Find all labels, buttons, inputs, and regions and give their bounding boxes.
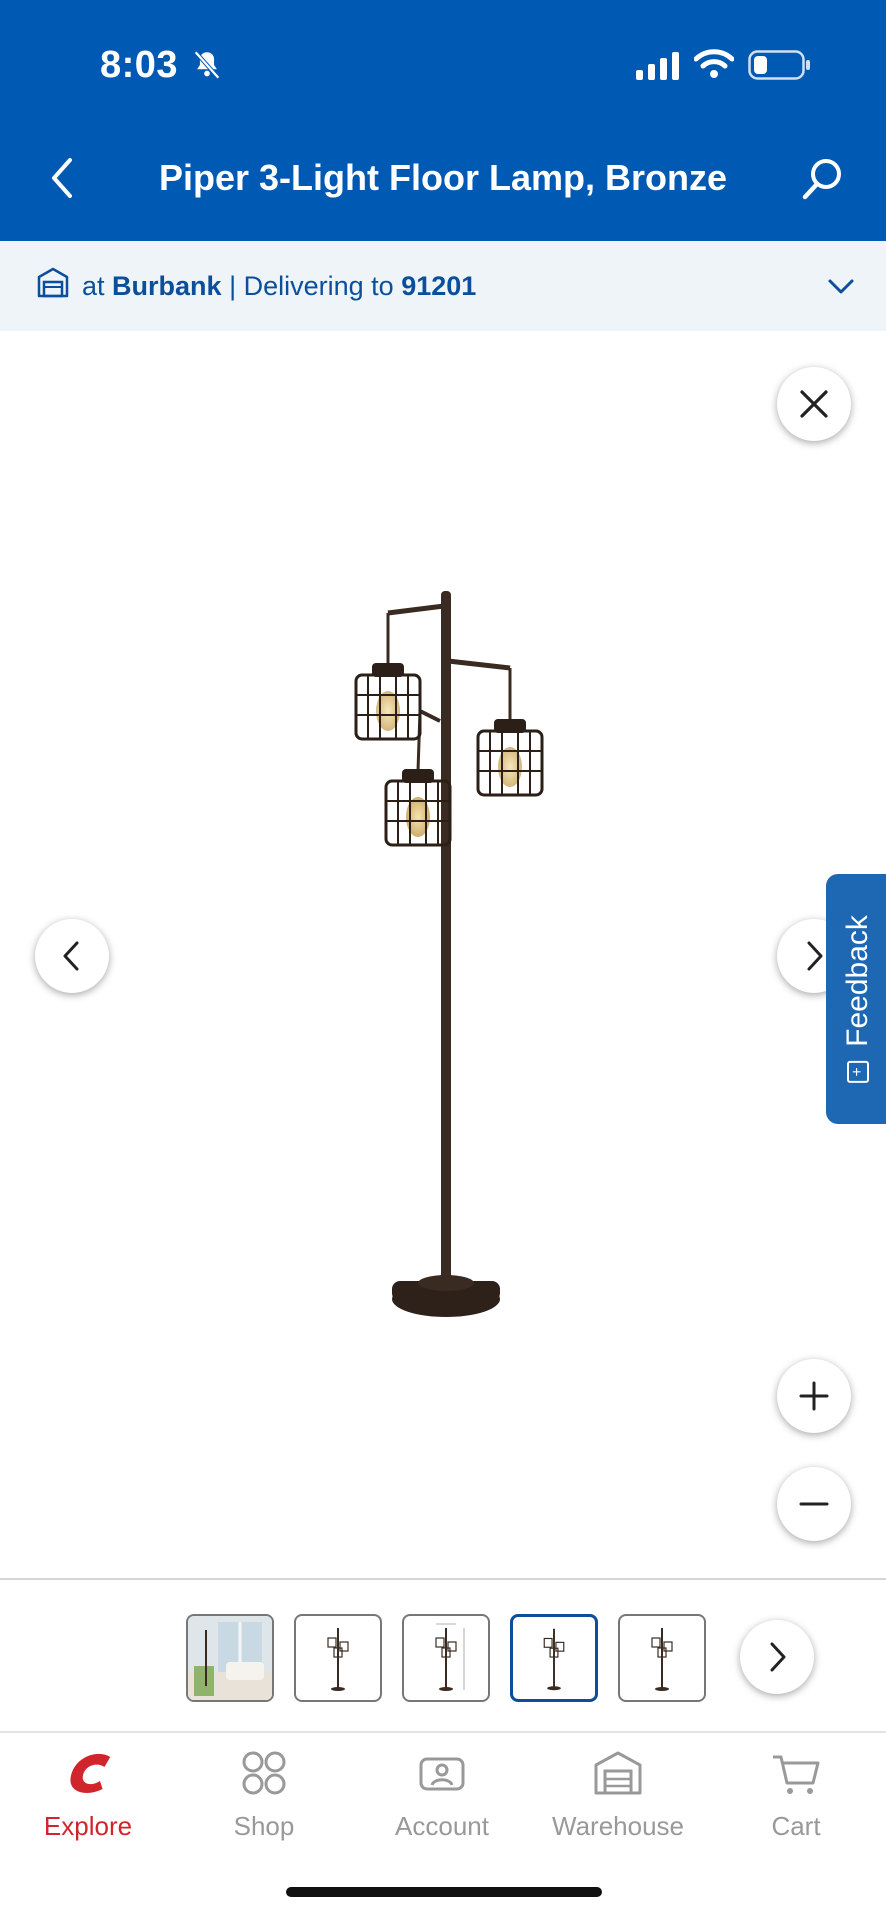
lamp-thumbnail [327,1628,349,1691]
close-button[interactable] [777,367,851,441]
thumbnail-1[interactable] [186,1614,274,1702]
plus-icon [799,1381,829,1411]
app-header: 8:03 Piper 3-Light Floor Lamp, Bronze [0,0,886,241]
tab-label-account: Account [395,1811,489,1841]
chevron-left-icon [63,941,79,971]
tab-label-shop: Shop [233,1811,295,1841]
tab-shop[interactable]: Shop [184,1747,344,1842]
zoom-out-button[interactable] [777,1467,851,1541]
minus-icon [799,1502,829,1506]
zoom-in-button[interactable] [777,1359,851,1433]
account-icon [419,1757,465,1791]
tab-label-cart: Cart [771,1811,821,1841]
store-location-bar[interactable]: at Burbank | Delivering to 91201 [0,241,886,331]
product-image [354,591,544,1317]
image-viewer[interactable] [0,331,886,1578]
bell-slash-icon [194,50,220,80]
room-scene-thumbnail [188,1616,272,1700]
tab-label-warehouse: Warehouse [552,1811,684,1841]
location-prefix: at [82,271,105,301]
grid-icon [242,1751,286,1795]
lamp-thumbnail [543,1628,565,1691]
tab-label-explore: Explore [43,1811,133,1841]
costco-logo-icon [70,1753,111,1793]
wifi-icon [694,49,734,78]
tab-warehouse[interactable]: Warehouse [538,1747,698,1842]
delivering-label: Delivering to [243,271,394,301]
thumbnail-2[interactable] [294,1614,382,1702]
thumbnail-3[interactable] [402,1614,490,1702]
cellular-signal-icon [636,52,679,80]
delivery-zip: 91201 [401,271,477,301]
feedback-content: + Feedback [841,915,875,1083]
chevron-right-icon [770,1642,786,1672]
location-separator: | [229,271,237,301]
page-title: Piper 3-Light Floor Lamp, Bronze [158,157,728,198]
thumbnail-strip [0,1578,886,1733]
chevron-right-icon [807,941,823,971]
status-time: 8:03 [100,44,179,86]
feedback-tab[interactable]: + Feedback [826,874,886,1124]
location-text: at Burbank | Delivering to 91201 [82,271,476,302]
home-indicator [286,1887,602,1897]
battery-icon [748,50,810,80]
lamp-dimensions-thumbnail [435,1623,465,1691]
store-icon [37,267,69,298]
thumbnails-next-button[interactable] [740,1620,814,1694]
tab-cart[interactable]: Cart [716,1747,876,1842]
tab-explore[interactable]: Explore [8,1747,168,1842]
feedback-plus-icon: + [847,1060,869,1083]
tab-account[interactable]: Account [362,1747,522,1842]
lamp-thumbnail [651,1628,673,1691]
warehouse-icon [594,1751,642,1795]
store-name: Burbank [112,271,222,301]
previous-image-button[interactable] [35,919,109,993]
close-icon [800,390,828,418]
chevron-left-icon[interactable] [44,154,80,202]
feedback-label: Feedback [841,915,874,1047]
cart-icon [773,1755,820,1794]
thumbnail-5[interactable] [618,1614,706,1702]
thumbnail-4-selected[interactable] [510,1614,598,1702]
chevron-down-icon[interactable] [826,271,856,301]
search-icon[interactable] [800,156,846,202]
